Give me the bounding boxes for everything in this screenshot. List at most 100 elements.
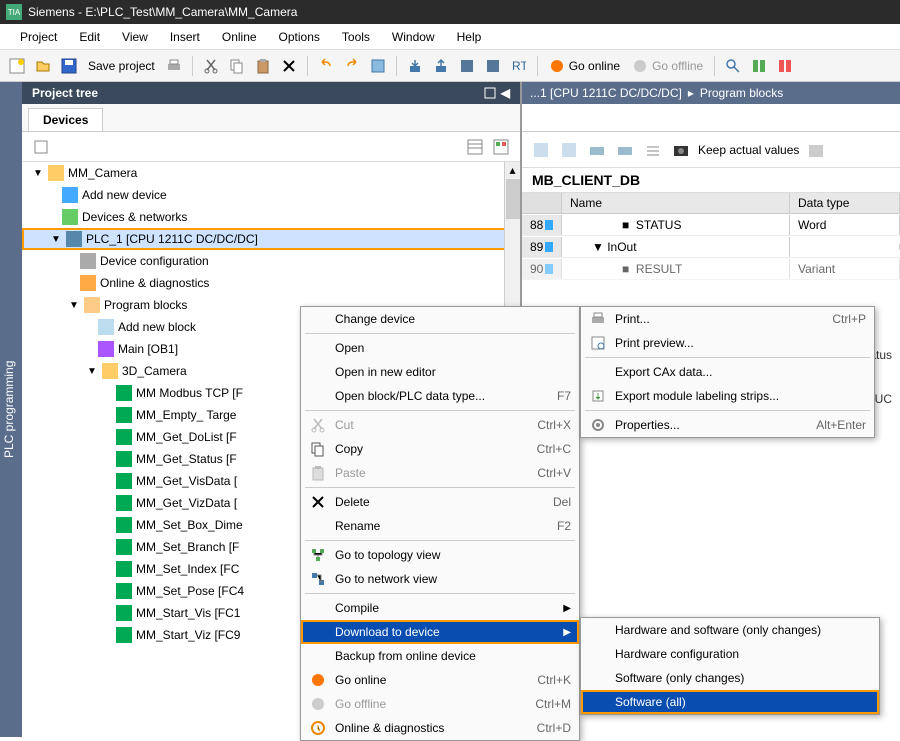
search-icon[interactable] [722, 55, 744, 77]
new-project-icon[interactable] [6, 55, 28, 77]
print-icon[interactable] [163, 55, 185, 77]
go-offline-button[interactable]: Go offline [628, 58, 707, 74]
editor-tool-icon[interactable] [558, 139, 580, 161]
menu-item-hardware-and-software-only-changes[interactable]: Hardware and software (only changes) [581, 618, 879, 642]
table-row[interactable]: 90 ■ RESULT Variant [522, 258, 900, 280]
menu-edit[interactable]: Edit [69, 27, 110, 47]
menu-item-copy[interactable]: CopyCtrl+C [301, 437, 579, 461]
editor-tool-icon[interactable] [614, 139, 636, 161]
menu-help[interactable]: Help [447, 27, 492, 47]
expander-icon[interactable]: ▼ [68, 300, 80, 311]
menu-view[interactable]: View [112, 27, 158, 47]
tree-toolbar [22, 132, 520, 162]
tree-add-device[interactable]: Add new device [22, 184, 520, 206]
menu-item-export-cax-data[interactable]: Export CAx data... [581, 360, 874, 384]
context-menu-print[interactable]: Print...Ctrl+PPrint preview... Export CAx… [580, 306, 875, 438]
snapshot-icon[interactable] [670, 139, 692, 161]
download-icon[interactable] [404, 55, 426, 77]
menu-item-download-to-device[interactable]: Download to device▶ [301, 620, 579, 644]
upload-icon[interactable] [430, 55, 452, 77]
menu-item-hardware-configuration[interactable]: Hardware configuration [581, 642, 879, 666]
menu-item-properties[interactable]: Properties...Alt+Enter [581, 413, 874, 437]
tree-overview-icon[interactable] [490, 136, 512, 158]
tree-view-icon[interactable] [30, 136, 52, 158]
keep-values-label[interactable]: Keep actual values [698, 143, 799, 157]
tree-devices-networks[interactable]: Devices & networks [22, 206, 520, 228]
compile-icon[interactable] [367, 55, 389, 77]
tree-label: PLC_1 [CPU 1211C DC/DC/DC] [86, 232, 258, 246]
menu-separator [305, 333, 575, 334]
context-menu-plc[interactable]: Change device OpenOpen in new editorOpen … [300, 306, 580, 741]
menu-item-print[interactable]: Print...Ctrl+P [581, 307, 874, 331]
expander-icon[interactable]: ▼ [32, 168, 44, 179]
editor-tool-icon[interactable] [586, 139, 608, 161]
tree-label: MM_Set_Box_Dime [136, 518, 243, 532]
tree-root[interactable]: ▼MM_Camera [22, 162, 520, 184]
tree-details-icon[interactable] [464, 136, 486, 158]
start-icon[interactable] [482, 55, 504, 77]
save-icon[interactable] [58, 55, 80, 77]
menu-item-software-only-changes[interactable]: Software (only changes) [581, 666, 879, 690]
menu-item-open[interactable]: Open [301, 336, 579, 360]
menu-item-open-in-new-editor[interactable]: Open in new editor [301, 360, 579, 384]
menu-item-delete[interactable]: DeleteDel [301, 490, 579, 514]
devices-tab[interactable]: Devices [28, 108, 103, 131]
menu-item-open-block-plc-data-type[interactable]: Open block/PLC data type...F7 [301, 384, 579, 408]
sim-icon[interactable] [456, 55, 478, 77]
tree-plc-1[interactable]: ▼ PLC_1 [CPU 1211C DC/DC/DC] [22, 228, 520, 250]
panel-collapse-icon[interactable]: ◀ [501, 86, 510, 100]
menu-item-export-module-labeling-strips[interactable]: Export module labeling strips... [581, 384, 874, 408]
plc-programming-tab[interactable]: PLC programming [0, 82, 22, 737]
menu-item-online-diagnostics[interactable]: Online & diagnosticsCtrl+D [301, 716, 579, 740]
editor-tool-icon[interactable] [530, 139, 552, 161]
expander-icon[interactable]: ▼ [86, 366, 98, 377]
delete-icon[interactable] [278, 55, 300, 77]
panel-pin-icon[interactable] [483, 86, 497, 100]
menu-item-compile[interactable]: Compile▶ [301, 596, 579, 620]
menu-project[interactable]: Project [10, 27, 67, 47]
undo-icon[interactable] [315, 55, 337, 77]
layout-icon[interactable] [774, 55, 796, 77]
breadcrumb-plc[interactable]: ...1 [CPU 1211C DC/DC/DC] [530, 86, 682, 100]
table-row[interactable]: 89 ▼ InOut [522, 236, 900, 258]
copy-icon[interactable] [226, 55, 248, 77]
menu-tools[interactable]: Tools [332, 27, 380, 47]
go-online-button[interactable]: Go online [545, 58, 624, 74]
menu-item-change-device[interactable]: Change device [301, 307, 579, 331]
row-num: 88 [530, 218, 543, 232]
menu-item-go-online[interactable]: Go onlineCtrl+K [301, 668, 579, 692]
editor-tool-icon[interactable] [642, 139, 664, 161]
tree-device-config[interactable]: Device configuration [22, 250, 520, 272]
menu-item-software-all[interactable]: Software (all) [581, 690, 879, 714]
menu-item-go-to-topology-view[interactable]: Go to topology view [301, 543, 579, 567]
rt-icon[interactable]: RT [508, 55, 530, 77]
xref-icon[interactable] [748, 55, 770, 77]
menu-window[interactable]: Window [382, 27, 445, 47]
table-row[interactable]: 88 ■ STATUS Word [522, 214, 900, 236]
open-project-icon[interactable] [32, 55, 54, 77]
tree-online-diag[interactable]: Online & diagnostics [22, 272, 520, 294]
editor-tool-icon[interactable] [805, 139, 827, 161]
cut-icon[interactable] [200, 55, 222, 77]
menu-online[interactable]: Online [212, 27, 267, 47]
menu-label: Online & diagnostics [335, 721, 529, 735]
menu-item-print-preview[interactable]: Print preview... [581, 331, 874, 355]
redo-icon[interactable] [341, 55, 363, 77]
preview-icon [589, 335, 607, 351]
breadcrumb-blocks[interactable]: Program blocks [700, 86, 783, 100]
menu-options[interactable]: Options [269, 27, 330, 47]
scroll-up-icon[interactable]: ▴ [505, 162, 520, 178]
menu-item-backup-from-online-device[interactable]: Backup from online device [301, 644, 579, 668]
breadcrumb[interactable]: ...1 [CPU 1211C DC/DC/DC] ▸ Program bloc… [522, 82, 900, 104]
scroll-thumb[interactable] [506, 179, 520, 219]
menu-item-go-to-network-view[interactable]: Go to network view [301, 567, 579, 591]
menu-item-rename[interactable]: RenameF2 [301, 514, 579, 538]
col-type-header[interactable]: Data type [790, 193, 900, 213]
save-project-button[interactable]: Save project [84, 59, 159, 73]
expander-icon[interactable]: ▼ [50, 234, 62, 245]
col-name-header[interactable]: Name [562, 193, 790, 213]
context-submenu-download[interactable]: Hardware and software (only changes)Hard… [580, 617, 880, 715]
menu-insert[interactable]: Insert [160, 27, 210, 47]
menu-shortcut: Ctrl+M [535, 697, 571, 711]
paste-icon[interactable] [252, 55, 274, 77]
